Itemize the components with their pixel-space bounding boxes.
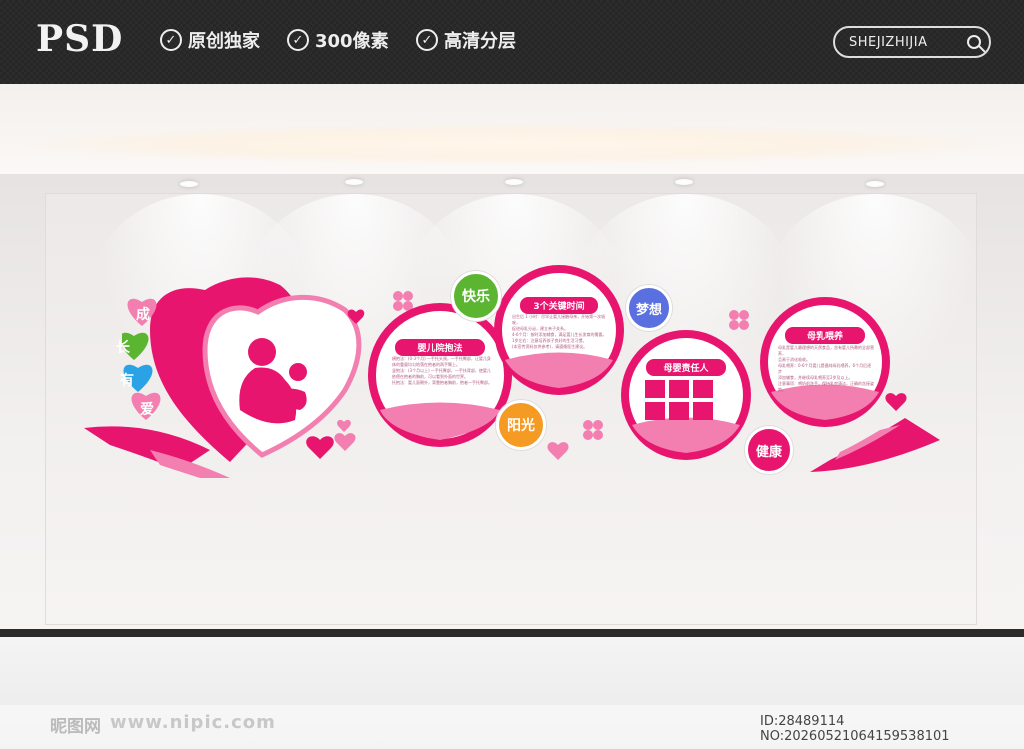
board-text: 出生后 1 小时：尽早让婴儿接触母亲，开始第一次吸吮， 促进母乳分泌，建立亲子关… — [512, 314, 608, 350]
board-line: 母乳是婴儿最理想的天然食品，含有婴儿所需的全部营养， — [778, 345, 874, 356]
board-line: (本宣传资料仅供参考)，请遵循医生建议。 — [512, 344, 588, 349]
board-text: 横抱法：(0-3个月) 一手托头颈，一手托臀部，让婴儿身 体的重量均匀地落在抱者… — [392, 356, 492, 386]
flower-icon — [393, 291, 413, 311]
small-heart-icon — [337, 419, 351, 432]
board-line: 母乳喂养：0-6个月婴儿提倡纯母乳喂养，6个月后逐步 — [778, 363, 872, 374]
image-id: ID:28489114 NO:20260521064159538101 — [760, 714, 950, 744]
heart-word: 成 — [136, 307, 150, 323]
board-line: 注意事项：喂奶前洗手，保持乳房清洁，正确的含接姿势。 — [778, 381, 874, 392]
small-heart-icon — [547, 442, 569, 460]
photo-slot — [669, 402, 689, 420]
board-title: 母乳喂养 — [785, 327, 865, 344]
bubble-sunshine: 阳光 — [496, 400, 546, 450]
flower-icon — [583, 420, 603, 440]
photo-slot — [669, 380, 689, 398]
photo-slot — [693, 402, 713, 420]
nipic-logo: 昵图网 — [50, 717, 101, 737]
board-title: 3个关键时间 — [520, 297, 598, 314]
board-title: 母婴责任人 — [646, 359, 726, 376]
board-line: 出生后 1 小时：尽早让婴儿接触母亲，开始第一次吸吮， — [512, 314, 606, 325]
heart-word: 长 — [116, 340, 130, 356]
bubble-happy: 快乐 — [451, 271, 501, 321]
board-title: 婴儿院抱法 — [395, 339, 485, 356]
small-heart-icon — [306, 436, 334, 459]
small-heart-icon — [334, 433, 356, 451]
bubble-health: 健康 — [745, 426, 793, 474]
photo-slot — [693, 380, 713, 398]
board-line: 托抱法：婴儿面朝外，背靠抱者胸前，抱者一手托臀部。 — [392, 380, 492, 385]
site-url: www.nipic.com — [110, 712, 276, 733]
photo-slot — [645, 380, 665, 398]
bubble-dream: 梦想 — [626, 285, 672, 331]
small-heart-icon — [885, 393, 907, 411]
board-text: 母乳是婴儿最理想的天然食品，含有婴儿所需的全部营养， 且易于消化吸收。 母乳喂养… — [778, 345, 874, 393]
photo-slot — [645, 402, 665, 420]
heart-word: 有 — [120, 373, 134, 389]
heart-word: 爱 — [140, 402, 154, 418]
flower-icon — [729, 310, 749, 330]
